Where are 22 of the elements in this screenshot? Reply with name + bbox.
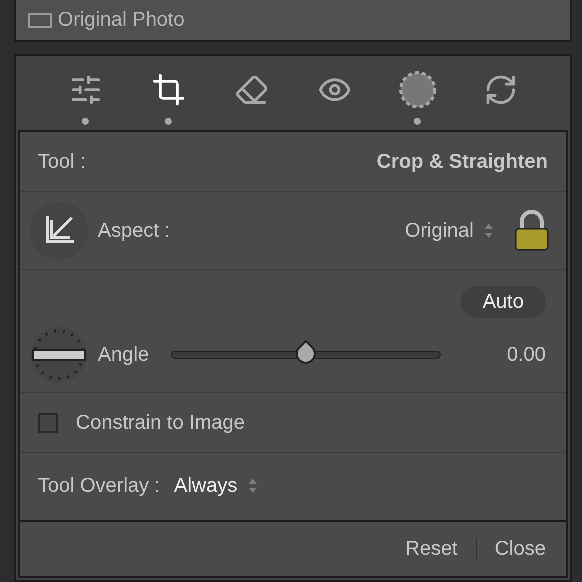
eraser-icon (234, 73, 268, 107)
close-button[interactable]: Close (494, 534, 546, 564)
constrain-label: Constrain to Image (76, 410, 245, 436)
aspect-dropdown[interactable]: Original (405, 216, 494, 246)
level-dial-icon (30, 326, 88, 384)
tool-label: Tool : (38, 150, 86, 174)
dotted-circle-icon (398, 71, 436, 109)
angle-label: Angle (98, 343, 150, 368)
angle-value: 0.00 (507, 343, 546, 368)
crop-icon (152, 73, 186, 107)
stepper-icon (248, 477, 258, 495)
original-photo-checkbox[interactable] (28, 12, 52, 28)
aspect-label: Aspect : (98, 218, 170, 244)
original-photo-label: Original Photo (58, 8, 185, 33)
tool-value: Crop & Straighten (376, 150, 548, 174)
stepper-icon (484, 222, 494, 240)
lock-icon[interactable] (514, 210, 550, 252)
tool-overlay-dropdown[interactable]: Always (174, 471, 258, 501)
reset-button[interactable]: Reset (406, 534, 458, 564)
constrain-checkbox[interactable] (38, 412, 58, 432)
auto-button[interactable]: Auto (460, 286, 546, 318)
tool-overlay-label: Tool Overlay : (38, 474, 160, 499)
